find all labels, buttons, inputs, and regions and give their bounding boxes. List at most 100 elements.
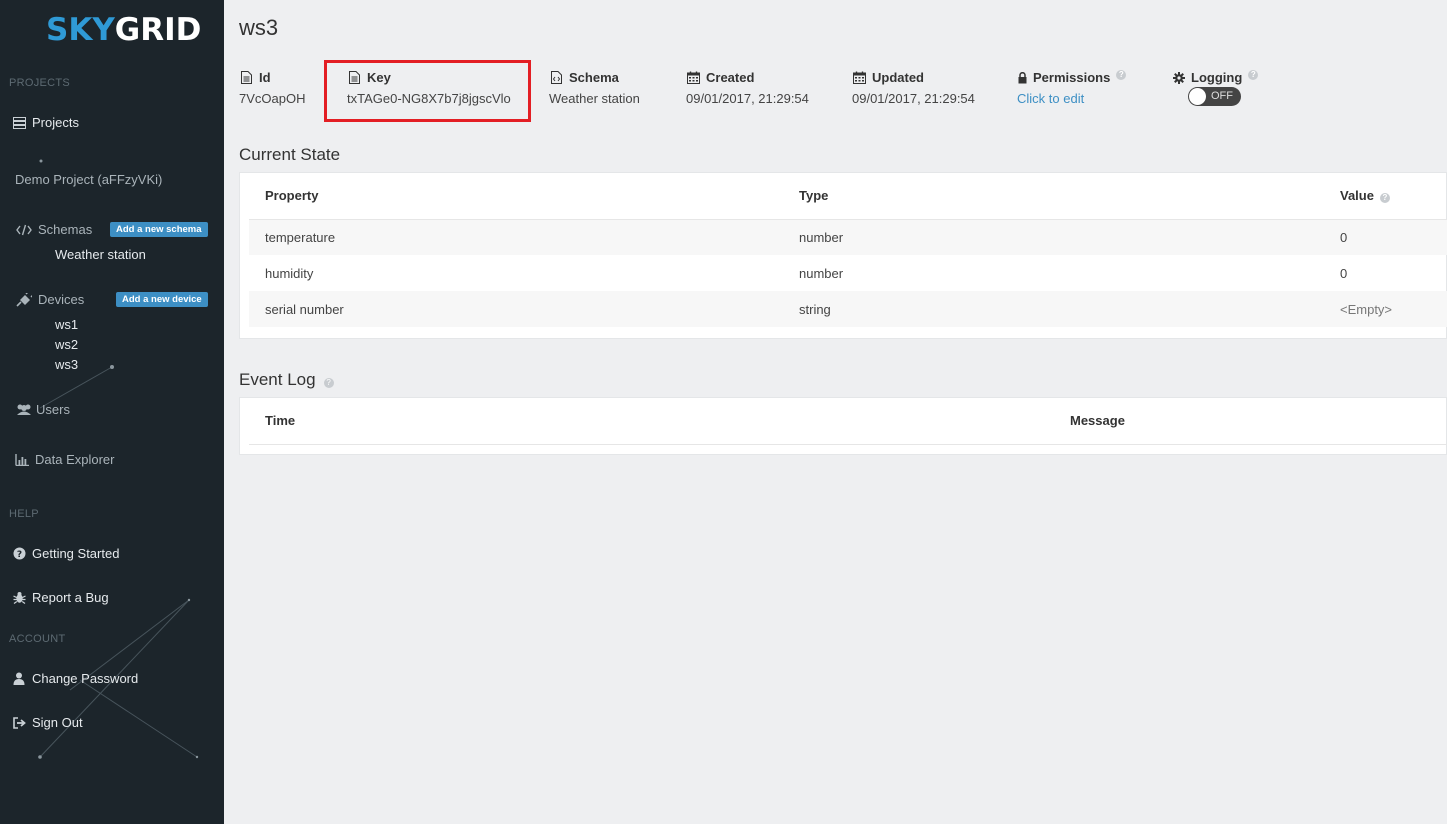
table-row: temperature number 0 [249, 219, 1447, 255]
value-help-icon[interactable]: ? [1379, 193, 1390, 204]
meta-permissions-label-row: Permissions ? [1017, 69, 1127, 85]
meta-logging: Logging ? OFF [1172, 69, 1259, 106]
permissions-edit-link[interactable]: Click to edit [1017, 91, 1126, 106]
device-item-ws1[interactable]: ws1 [55, 317, 78, 332]
nav-sign-out[interactable]: Sign Out [11, 715, 83, 730]
file-text-icon [347, 71, 361, 84]
code-icon [15, 223, 33, 237]
nav-projects-label: Projects [32, 115, 79, 130]
demo-project-item[interactable]: Demo Project (aFFzyVKi) [15, 172, 162, 187]
permissions-help-icon[interactable]: ? [1116, 69, 1127, 80]
logo-grid: GRID [114, 12, 202, 48]
server-icon [11, 116, 27, 130]
main-content: ws3 Id 7VcOapOH Key txTAGe0-NG8X7b7j8jgs… [224, 0, 1447, 824]
meta-permissions: Permissions ? Click to edit [1017, 69, 1127, 106]
event-log-title: Event Log [239, 370, 316, 389]
table-row: humidity number 0 [249, 255, 1447, 291]
plug-icon [15, 292, 33, 307]
meta-created-label: Created [706, 70, 755, 85]
nav-getting-started-label: Getting Started [32, 546, 120, 561]
column-header-message: Message [1054, 398, 1447, 445]
account-section-header: ACCOUNT [9, 633, 66, 645]
nav-users-label: Users [36, 402, 70, 417]
meta-key-label: Key [367, 70, 391, 85]
svg-text:?: ? [16, 550, 21, 560]
calendar-icon [852, 71, 866, 84]
meta-updated-value: 09/01/2017, 21:29:54 [852, 91, 975, 106]
question-circle-icon: ? [11, 547, 27, 561]
meta-schema-value: Weather station [549, 91, 640, 106]
meta-created-value: 09/01/2017, 21:29:54 [686, 91, 809, 106]
file-code-icon [549, 71, 563, 84]
meta-id: Id 7VcOapOH [239, 70, 305, 106]
meta-schema-label: Schema [569, 70, 619, 85]
meta-logging-label: Logging [1191, 70, 1243, 85]
table-header-row: Property Type Value? [249, 173, 1447, 220]
nav-report-bug-label: Report a Bug [32, 590, 109, 605]
meta-key-value: txTAGe0-NG8X7b7j8jgscVlo [347, 91, 511, 106]
nav-report-bug[interactable]: Report a Bug [11, 590, 109, 605]
sidebar: SKYGRID PROJECTS Projects Demo Project (… [0, 0, 224, 824]
bug-icon [11, 591, 27, 605]
nav-devices[interactable]: Devices [15, 292, 84, 307]
meta-updated: Updated 09/01/2017, 21:29:54 [852, 70, 975, 106]
meta-updated-label: Updated [872, 70, 924, 85]
current-state-table: Property Type Value? temperature number … [249, 173, 1447, 327]
event-log-help-icon[interactable]: ? [323, 378, 334, 388]
meta-created: Created 09/01/2017, 21:29:54 [686, 70, 809, 106]
current-state-panel: Property Type Value? temperature number … [239, 172, 1447, 339]
bar-chart-icon [14, 453, 30, 467]
nav-change-password[interactable]: Change Password [11, 671, 138, 686]
logging-toggle[interactable]: OFF [1188, 87, 1241, 106]
cell-value: <Empty> [1324, 291, 1447, 327]
event-log-panel: Time Message [239, 397, 1447, 455]
meta-id-label: Id [259, 70, 271, 85]
meta-key-label-row: Key [347, 70, 511, 85]
meta-created-label-row: Created [686, 70, 809, 85]
meta-permissions-label: Permissions [1033, 70, 1111, 85]
device-item-ws2[interactable]: ws2 [55, 337, 78, 352]
nav-data-explorer[interactable]: Data Explorer [14, 452, 114, 467]
column-header-time: Time [249, 398, 1054, 445]
calendar-icon [686, 71, 700, 84]
cell-property: serial number [249, 291, 783, 327]
gear-icon [1172, 71, 1185, 84]
schema-item-weather-station[interactable]: Weather station [55, 247, 146, 262]
sign-out-icon [11, 716, 27, 730]
nav-schemas[interactable]: Schemas [15, 222, 92, 237]
column-header-value: Value? [1324, 173, 1447, 220]
cell-type: string [783, 291, 1324, 327]
nav-change-password-label: Change Password [32, 671, 139, 686]
nav-projects[interactable]: Projects [11, 115, 79, 130]
nav-data-explorer-label: Data Explorer [35, 452, 115, 467]
table-header-row: Time Message [249, 398, 1447, 445]
nav-devices-label: Devices [38, 292, 85, 307]
event-log-table: Time Message [249, 398, 1447, 445]
nav-users[interactable]: Users [14, 402, 70, 417]
cell-property: temperature [249, 219, 783, 255]
meta-id-label-row: Id [239, 70, 305, 85]
skygrid-logo[interactable]: SKYGRID [46, 12, 201, 48]
meta-schema: Schema Weather station [549, 70, 640, 106]
nav-getting-started[interactable]: ? Getting Started [11, 546, 119, 561]
cell-value: 0 [1340, 265, 1348, 281]
users-icon [14, 403, 34, 417]
add-schema-button[interactable]: Add a new schema [110, 222, 208, 237]
cell-type: number [783, 219, 1324, 255]
add-device-button[interactable]: Add a new device [116, 292, 208, 307]
meta-key: Key txTAGe0-NG8X7b7j8jgscVlo [347, 70, 511, 106]
logging-toggle-state: OFF [1211, 90, 1233, 102]
meta-logging-label-row: Logging ? [1172, 69, 1259, 85]
help-section-header: HELP [9, 508, 39, 520]
logo-sky: SKY [46, 12, 115, 48]
logging-help-icon[interactable]: ? [1248, 69, 1259, 80]
meta-id-value: 7VcOapOH [239, 91, 306, 106]
nav-schemas-label: Schemas [38, 222, 93, 237]
column-header-value-label: Value [1340, 188, 1374, 204]
column-header-property: Property [249, 173, 783, 220]
table-row: serial number string <Empty> [249, 291, 1447, 327]
projects-section-header: PROJECTS [9, 77, 71, 89]
cell-type: number [799, 265, 844, 281]
device-item-ws3[interactable]: ws3 [55, 357, 78, 372]
lock-icon [1017, 71, 1027, 84]
